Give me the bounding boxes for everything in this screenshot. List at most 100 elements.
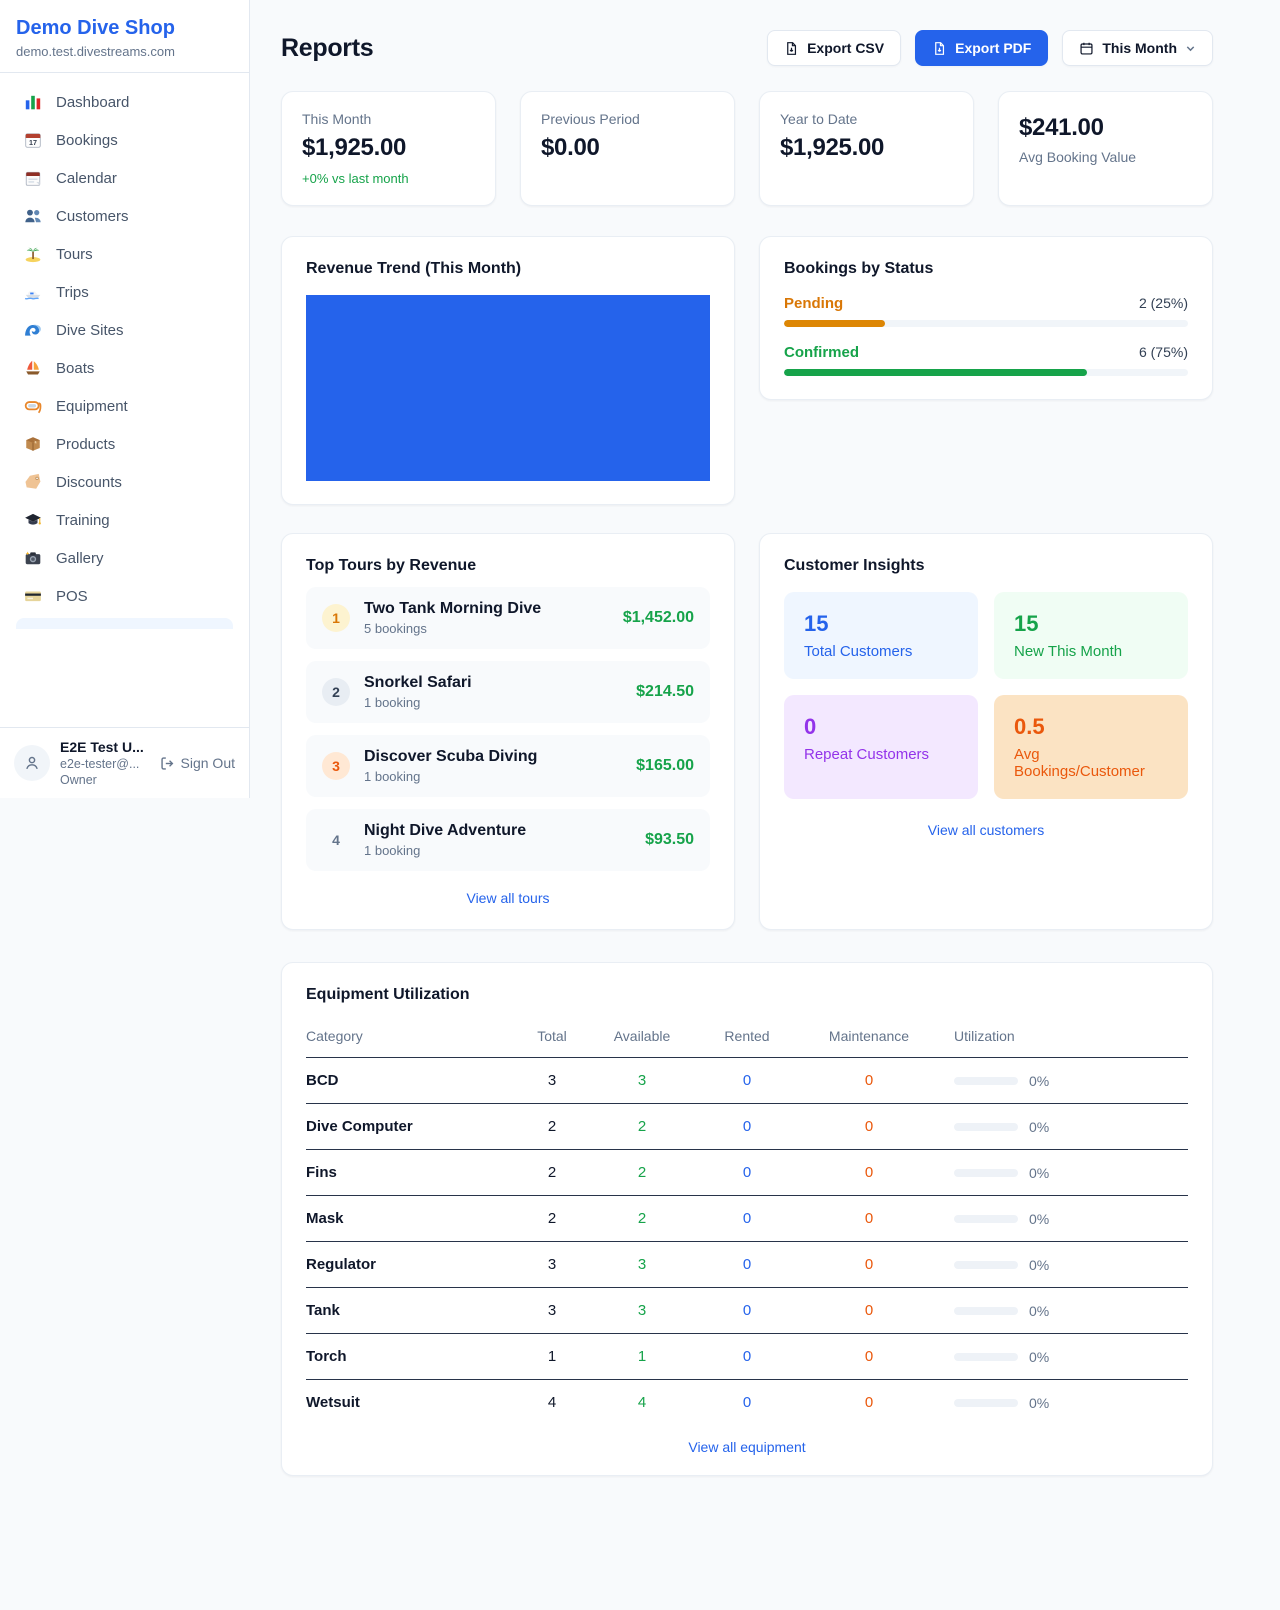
stats-row: This Month $1,925.00 +0% vs last month P…	[281, 91, 1213, 206]
equipment-category: Tank	[306, 1302, 502, 1319]
stat-value: $0.00	[541, 134, 714, 162]
stat-delta: +0% vs last month	[302, 171, 475, 186]
sidebar-item-calendar[interactable]: Calendar	[8, 159, 241, 197]
tours-icon	[24, 245, 42, 263]
sidebar-item-label: Boats	[56, 360, 94, 377]
equipment-rented: 0	[682, 1164, 812, 1181]
stat-card-previous-period: Previous Period $0.00	[520, 91, 735, 206]
tile-label: Repeat Customers	[804, 746, 958, 763]
status-count: 2 (25%)	[1139, 295, 1188, 311]
products-icon	[24, 435, 42, 453]
sidebar-item-gallery[interactable]: Gallery	[8, 539, 241, 577]
user-meta: E2E Test U... e2e-tester@... Owner	[60, 739, 150, 787]
equipment-utilization-cell: 0%	[926, 1395, 1188, 1411]
sidebar-item-trips[interactable]: Trips	[8, 273, 241, 311]
equipment-available: 2	[602, 1210, 682, 1227]
equipment-utilization-title: Equipment Utilization	[306, 986, 1188, 1004]
utilization-bar	[954, 1077, 1018, 1085]
table-row: Wetsuit 4 4 0 0 0%	[306, 1380, 1188, 1425]
stat-label: This Month	[302, 111, 475, 127]
sidebar-item-label: Training	[56, 512, 110, 529]
sidebar-item-label: Tours	[56, 246, 93, 263]
customers-icon	[24, 207, 42, 225]
tour-revenue: $1,452.00	[623, 609, 694, 627]
utilization-bar	[954, 1215, 1018, 1223]
equipment-maintenance: 0	[812, 1256, 926, 1273]
stat-card-this-month: This Month $1,925.00 +0% vs last month	[281, 91, 496, 206]
utilization-percent: 0%	[1029, 1119, 1049, 1135]
equipment-utilization-cell: 0%	[926, 1119, 1188, 1135]
utilization-bar	[954, 1261, 1018, 1269]
period-dropdown[interactable]: This Month	[1062, 30, 1213, 66]
table-row: BCD 3 3 0 0 0%	[306, 1058, 1188, 1104]
revenue-trend-card: Revenue Trend (This Month)	[281, 236, 735, 505]
equipment-utilization-card: Equipment Utilization Category Total Ava…	[281, 962, 1213, 1476]
equipment-utilization-cell: 0%	[926, 1349, 1188, 1365]
sidebar-header: Demo Dive Shop demo.test.divestreams.com	[0, 0, 249, 73]
sidebar-item-label: Discounts	[56, 474, 122, 491]
sidebar-item-boats[interactable]: Boats	[8, 349, 241, 387]
equipment-category: Regulator	[306, 1256, 502, 1273]
tour-row: 2 Snorkel Safari 1 booking $214.50	[306, 661, 710, 723]
sidebar-item-training[interactable]: Training	[8, 501, 241, 539]
equipment-total: 2	[502, 1118, 602, 1135]
progress-fill	[784, 320, 885, 327]
sidebar-item-equipment[interactable]: Equipment	[8, 387, 241, 425]
stat-value: $1,925.00	[302, 134, 475, 162]
equipment-maintenance: 0	[812, 1302, 926, 1319]
equipment-utilization-cell: 0%	[926, 1211, 1188, 1227]
sidebar-item-dive-sites[interactable]: Dive Sites	[8, 311, 241, 349]
view-all-tours-link[interactable]: View all tours	[306, 890, 710, 906]
page-header: Reports Export CSV Export PDF This Month	[281, 30, 1213, 66]
table-row: Torch 1 1 0 0 0%	[306, 1334, 1188, 1380]
sidebar-item-tours[interactable]: Tours	[8, 235, 241, 273]
view-all-equipment-link[interactable]: View all equipment	[306, 1439, 1188, 1455]
sidebar-item-reports-active[interactable]	[16, 618, 233, 629]
sidebar-item-label: Dive Sites	[56, 322, 124, 339]
export-csv-button[interactable]: Export CSV	[767, 30, 901, 66]
sidebar-item-customers[interactable]: Customers	[8, 197, 241, 235]
equipment-maintenance: 0	[812, 1164, 926, 1181]
sidebar-item-label: Equipment	[56, 398, 128, 415]
top-tours-card: Top Tours by Revenue 1 Two Tank Morning …	[281, 533, 735, 930]
status-label: Pending	[784, 295, 843, 312]
equipment-maintenance: 0	[812, 1348, 926, 1365]
charts-row: Revenue Trend (This Month) Bookings by S…	[281, 236, 1213, 505]
brand-name[interactable]: Demo Dive Shop	[16, 17, 233, 40]
tour-row: 1 Two Tank Morning Dive 5 bookings $1,45…	[306, 587, 710, 649]
main-content: Reports Export CSV Export PDF This Month…	[281, 0, 1213, 1476]
column-header: Available	[602, 1028, 682, 1044]
column-header: Utilization	[926, 1028, 1188, 1044]
sidebar-item-discounts[interactable]: Discounts	[8, 463, 241, 501]
tile-value: 0	[804, 714, 958, 740]
sidebar-item-dashboard[interactable]: Dashboard	[8, 83, 241, 121]
equipment-maintenance: 0	[812, 1394, 926, 1411]
sidebar-item-products[interactable]: Products	[8, 425, 241, 463]
equipment-rented: 0	[682, 1118, 812, 1135]
stat-label: Previous Period	[541, 111, 714, 127]
stat-value: $1,925.00	[780, 134, 953, 162]
sign-out-button[interactable]: Sign Out	[160, 755, 235, 771]
status-label: Confirmed	[784, 344, 859, 361]
revenue-trend-title: Revenue Trend (This Month)	[306, 260, 710, 278]
table-row: Fins 2 2 0 0 0%	[306, 1150, 1188, 1196]
file-csv-icon	[784, 41, 799, 56]
utilization-percent: 0%	[1029, 1257, 1049, 1273]
page-title: Reports	[281, 34, 373, 63]
sign-out-label: Sign Out	[181, 755, 235, 771]
equipment-category: Fins	[306, 1164, 502, 1181]
utilization-bar	[954, 1307, 1018, 1315]
utilization-percent: 0%	[1029, 1165, 1049, 1181]
equipment-available: 3	[602, 1256, 682, 1273]
status-count: 6 (75%)	[1139, 344, 1188, 360]
equipment-utilization-cell: 0%	[926, 1257, 1188, 1273]
tile-total-customers: 15 Total Customers	[784, 592, 978, 679]
view-all-customers-link[interactable]: View all customers	[784, 822, 1188, 838]
sidebar-item-bookings[interactable]: 17 Bookings	[8, 121, 241, 159]
equipment-available: 3	[602, 1302, 682, 1319]
equipment-table-header: Category Total Available Rented Maintena…	[306, 1020, 1188, 1058]
export-pdf-button[interactable]: Export PDF	[915, 30, 1048, 66]
equipment-category: Mask	[306, 1210, 502, 1227]
table-row: Tank 3 3 0 0 0%	[306, 1288, 1188, 1334]
sidebar-item-pos[interactable]: POS	[8, 577, 241, 615]
